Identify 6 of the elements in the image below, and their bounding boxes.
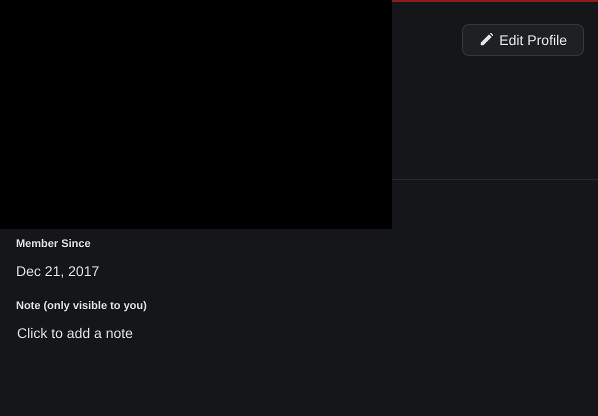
member-since-date: Dec 21, 2017 bbox=[16, 262, 100, 280]
section-title: Note (only visible to you) bbox=[16, 298, 148, 314]
note-field[interactable]: Click to add a note bbox=[16, 322, 276, 344]
pencil-icon bbox=[479, 33, 494, 47]
section-title: Member Since bbox=[16, 237, 92, 252]
edit-profile-button[interactable]: Edit Profile bbox=[462, 24, 584, 56]
